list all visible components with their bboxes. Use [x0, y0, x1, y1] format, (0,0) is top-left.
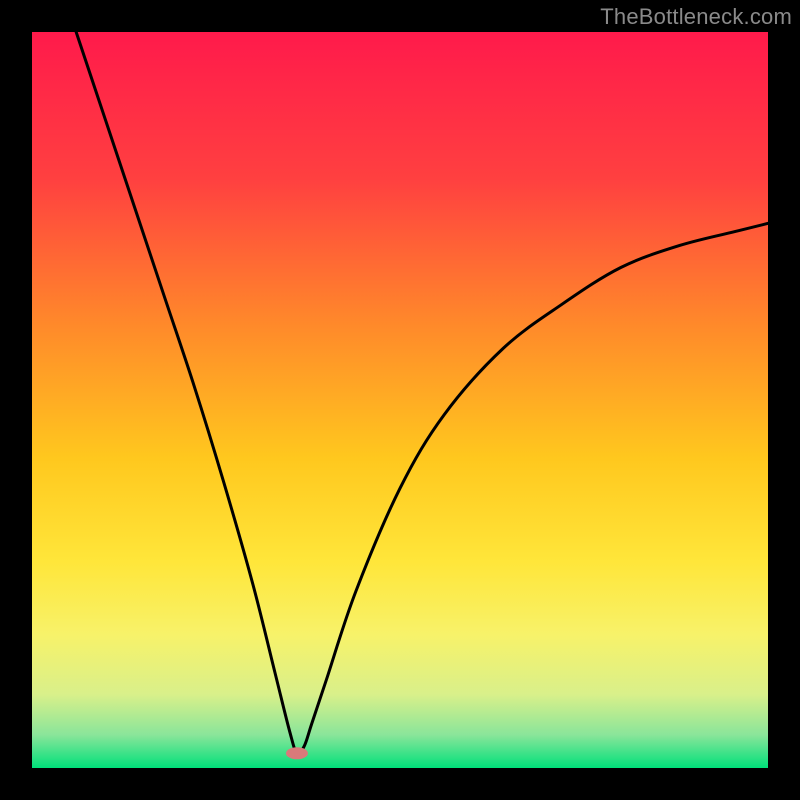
minimum-marker	[286, 747, 308, 759]
chart-background-gradient	[32, 32, 768, 768]
chart-plot-area	[32, 32, 768, 768]
frame-border-bottom	[0, 768, 800, 800]
frame-border-right	[768, 0, 800, 800]
chart-svg	[32, 32, 768, 768]
attribution-watermark: TheBottleneck.com	[600, 4, 792, 30]
frame-border-left	[0, 0, 32, 800]
